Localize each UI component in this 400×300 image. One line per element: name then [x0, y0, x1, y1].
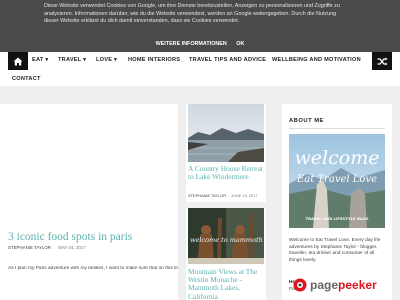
home-button[interactable] — [8, 52, 28, 70]
cookie-notice-text: Diese Website verwendet Cookies von Goog… — [44, 3, 340, 25]
lake-image[interactable] — [188, 104, 264, 162]
post-meta-main: STEPHANIE TAYLOR MAY 04, 2017 — [8, 245, 86, 250]
about-image-title: welcome — [295, 147, 380, 169]
post-card-meta: STEPHANIE TAYLOR JUNE 13, 2017 — [188, 193, 258, 198]
chevron-down-icon: ▾ — [45, 57, 49, 63]
post-card-title[interactable]: A Country House Retreat to Lake Winderme… — [188, 164, 264, 181]
nav-item-travel-tips[interactable]: TRAVEL TIPS AND ADVICE — [189, 57, 266, 63]
mammoth-image[interactable]: welcome to mammoth — [188, 208, 264, 264]
nav-item-love[interactable]: LOVE ▾ — [96, 57, 117, 63]
nav-item-eat[interactable]: EAT ▾ — [32, 57, 48, 63]
post-card-title[interactable]: Mountain Views at The Westin Monache - M… — [188, 267, 264, 300]
watermark-text-peeker: peeker — [338, 278, 377, 292]
sidebar-heading: ABOUT ME — [289, 118, 324, 124]
nav-item-home-interiors[interactable]: HOME INTERIORS — [128, 57, 180, 63]
shuffle-button[interactable] — [372, 52, 392, 70]
chevron-down-icon: ▾ — [114, 57, 118, 63]
post-card-author[interactable]: STEPHANIE TAYLOR — [188, 193, 226, 198]
about-text: Welcome to Eat Travel Love. Every day li… — [289, 238, 381, 264]
shuffle-icon — [377, 57, 387, 65]
post-card-lake-windermere: A Country House Retreat to Lake Winderme… — [186, 104, 266, 202]
post-card-date: JUNE 13, 2017 — [231, 193, 258, 198]
pagepeeker-logo-icon — [293, 278, 307, 292]
post-card-mammoth-lakes: welcome to mammoth Mountain Views at The… — [186, 208, 266, 300]
post-date: MAY 04, 2017 — [58, 245, 86, 250]
more-info-button[interactable]: WEITERE INFORMATIONEN — [156, 41, 227, 47]
post-excerpt: As I plan my Paris adventure with my bes… — [8, 266, 178, 271]
sidebar-divider — [289, 128, 385, 129]
home-icon — [13, 57, 23, 65]
cookie-notice: Diese Website verwendet Cookies von Goog… — [0, 0, 400, 52]
ok-button[interactable]: OK — [236, 41, 244, 47]
about-image[interactable]: welcome Eat Travel Love TRAVEL AND LIFES… — [289, 134, 385, 228]
chevron-down-icon: ▾ — [83, 57, 87, 63]
about-image-caption: TRAVEL AND LIFESTYLE BLOG — [305, 216, 368, 221]
nav-item-travel[interactable]: TRAVEL ▾ — [58, 57, 86, 63]
mammoth-image-text: welcome to mammoth — [190, 236, 263, 244]
main-navigation: EAT ▾ TRAVEL ▾ LOVE ▾ HOME INTERIORS TRA… — [0, 52, 400, 86]
post-author[interactable]: STEPHANIE TAYLOR — [8, 245, 51, 250]
post-title-main[interactable]: 3 iconic food spots in paris — [8, 231, 132, 243]
nav-item-wellbeing[interactable]: WELLBEING AND MOTIVATION — [272, 57, 361, 63]
about-image-subtitle: Eat Travel Love — [296, 174, 377, 185]
watermark-text-page: page — [310, 278, 339, 292]
nav-item-contact[interactable]: CONTACT — [12, 76, 41, 82]
sidebar: ABOUT ME welcome Eat Travel Love TRAVEL … — [282, 104, 392, 300]
cookie-actions: WEITERE INFORMATIONEN OK — [0, 41, 400, 47]
pagepeeker-watermark: pagepeeker — [293, 278, 377, 292]
